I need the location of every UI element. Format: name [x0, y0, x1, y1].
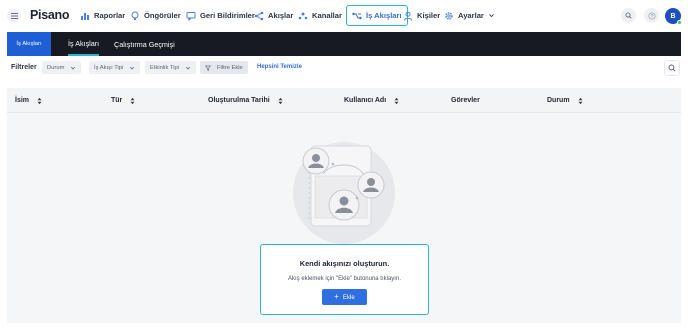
nav-item-ayarlar[interactable]: Ayarlar	[444, 8, 495, 23]
menu-toggle-button[interactable]	[7, 9, 21, 22]
search-icon	[625, 12, 632, 19]
help-icon	[647, 11, 656, 20]
chevron-down-icon	[185, 66, 191, 69]
nav-item-geri-bildirimler[interactable]: Geri Bildirimler	[186, 8, 255, 23]
bar-chart-icon	[81, 12, 89, 20]
chip-label: İş Akışı Tipi	[94, 64, 124, 71]
help-button[interactable]	[644, 8, 659, 23]
column-header-created-date[interactable]: Oluşturulma Tarihi	[208, 88, 283, 113]
chip-label: Durum	[47, 64, 65, 71]
sort-icon	[394, 97, 399, 104]
person-icon	[404, 11, 412, 21]
add-button-label: Ekle	[342, 293, 355, 301]
nav-item-kanallar[interactable]: Kanallar	[298, 8, 342, 23]
nav-label: Ayarlar	[458, 11, 484, 20]
nav-item-ongoruler[interactable]: Öngörüler	[130, 8, 181, 23]
chat-icon	[186, 11, 196, 21]
sort-icon	[130, 97, 135, 104]
bulb-icon	[131, 11, 139, 20]
filter-event-type-dropdown[interactable]: Etkinlik Tipi	[145, 61, 196, 74]
filter-icon	[205, 65, 211, 71]
column-label: Tür	[111, 97, 123, 104]
avatar-initial: B	[670, 12, 676, 20]
chevron-down-icon	[130, 66, 135, 69]
nav-label: Kanallar	[312, 11, 342, 20]
nav-item-raporlar[interactable]: Raporlar	[80, 8, 125, 23]
nav-item-akislar[interactable]: Akışlar	[254, 8, 293, 23]
nav-label: İş Akışları	[366, 11, 402, 20]
online-status-dot	[677, 20, 682, 25]
nav-label: Geri Bildirimler	[200, 11, 255, 20]
nav-item-kisiler[interactable]: Kişiler	[403, 8, 440, 23]
column-label: Durum	[547, 97, 570, 104]
chevron-down-icon	[489, 14, 494, 18]
column-header-name[interactable]: İsim	[15, 88, 42, 113]
section-badge: İş Akışları	[7, 32, 51, 56]
column-label: Oluşturulma Tarihi	[208, 97, 270, 104]
table-search-button[interactable]	[664, 60, 680, 76]
sort-icon	[278, 97, 283, 104]
chip-label: Filtre Ekle	[217, 64, 243, 71]
nav-label: Akışlar	[268, 11, 294, 20]
column-label: Kullanıcı Adı	[344, 97, 387, 104]
clear-all-filters-link[interactable]: Hepsini Temizle	[257, 64, 302, 70]
column-label: İsim	[15, 97, 30, 104]
column-header-username[interactable]: Kullanıcı Adı	[344, 88, 399, 113]
empty-state-description: Akış eklemek için "Ekle" butonuna tıklay…	[288, 276, 401, 282]
column-header-tasks: Görevler	[451, 88, 480, 113]
gear-icon	[445, 11, 453, 20]
plus-icon: +	[334, 292, 339, 301]
global-search-button[interactable]	[621, 8, 636, 23]
empty-state-title: Kendi akışınızı oluşturun.	[299, 259, 390, 268]
tab-run-history[interactable]: Çalıştırma Geçmişi	[114, 32, 175, 56]
nav-label: Kişiler	[417, 11, 441, 20]
filter-bar: Filtreler Durum İş Akışı Tipi Etkinlik T…	[0, 58, 688, 78]
workflow-icon	[352, 12, 362, 19]
hamburger-icon	[10, 12, 18, 19]
nav-label: Öngörüler	[144, 11, 181, 20]
pisano-logo[interactable]: Pisano	[30, 8, 69, 22]
empty-state-card: Kendi akışınızı oluşturun. Akış eklemek …	[260, 244, 429, 315]
empty-state-illustration	[293, 142, 395, 244]
filter-workflow-type-dropdown[interactable]: İş Akışı Tipi	[89, 61, 141, 74]
sort-icon	[37, 97, 42, 104]
column-label: Görevler	[451, 97, 480, 104]
filter-status-dropdown[interactable]: Durum	[42, 61, 82, 74]
table-header: İsim Tür Oluşturulma Tarihi Kullanıcı Ad…	[7, 88, 681, 113]
workflow-subheader: İş Akışları İş Akışları Çalıştırma Geçmi…	[7, 32, 681, 56]
add-workflow-button[interactable]: + Ekle	[322, 289, 367, 305]
chip-label: Etkinlik Tipi	[150, 64, 179, 71]
chevron-down-icon	[71, 66, 76, 69]
column-header-type[interactable]: Tür	[111, 88, 135, 113]
user-avatar[interactable]: B	[665, 8, 682, 25]
top-navigation: Pisano Raporlar Öngörüler Geri Bildiriml…	[0, 0, 688, 31]
nav-item-is-akislari[interactable]: İş Akışları	[346, 5, 408, 26]
tab-workflows[interactable]: İş Akışları	[68, 32, 100, 56]
search-icon	[668, 64, 676, 72]
flow-icon	[254, 11, 264, 20]
column-header-status[interactable]: Durum	[547, 88, 583, 113]
filters-label: Filtreler	[11, 64, 37, 71]
sort-icon	[578, 97, 583, 104]
nav-label: Raporlar	[94, 11, 126, 20]
add-filter-button[interactable]: Filtre Ekle	[200, 61, 248, 74]
channels-icon	[298, 12, 308, 19]
